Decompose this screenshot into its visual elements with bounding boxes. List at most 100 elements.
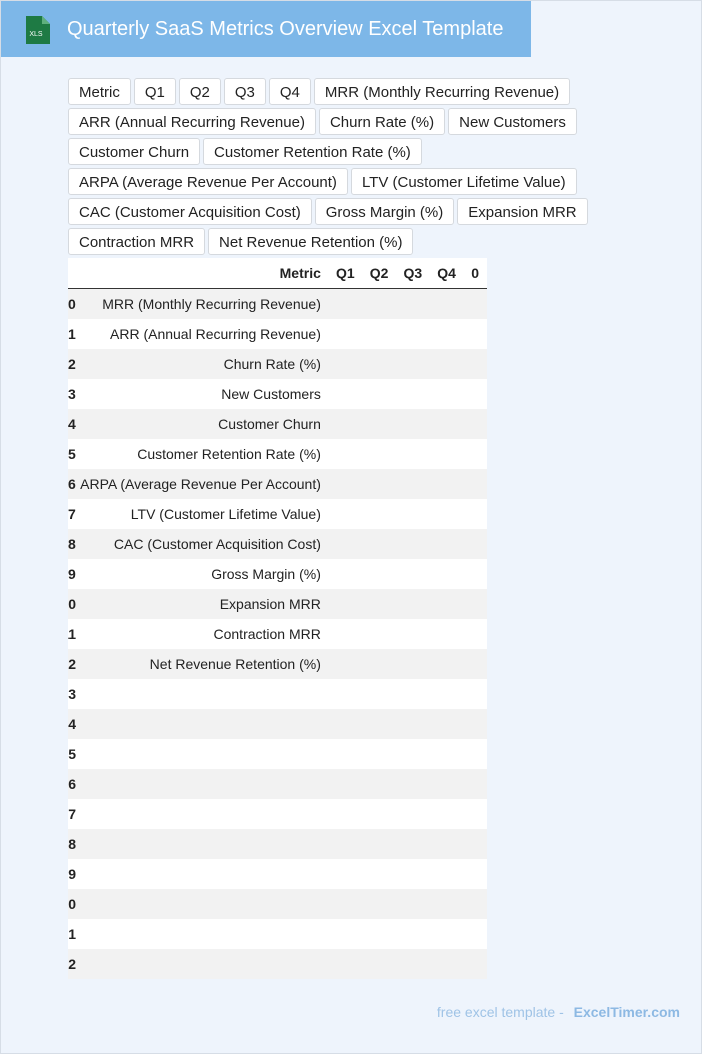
metric-cell[interactable] — [76, 799, 327, 829]
q2-cell[interactable] — [361, 349, 395, 379]
q4-cell[interactable] — [428, 859, 462, 889]
metric-cell[interactable]: Expansion MRR — [76, 589, 327, 619]
q3-cell[interactable] — [394, 439, 428, 469]
q4-cell[interactable] — [428, 529, 462, 559]
q1-cell[interactable] — [327, 379, 361, 409]
q3-cell[interactable] — [394, 829, 428, 859]
q2-cell[interactable] — [361, 379, 395, 409]
q3-cell[interactable] — [394, 619, 428, 649]
zero-cell[interactable] — [462, 589, 487, 619]
q1-cell[interactable] — [327, 829, 361, 859]
q2-cell[interactable] — [361, 589, 395, 619]
q4-cell[interactable] — [428, 949, 462, 979]
q1-cell[interactable] — [327, 469, 361, 499]
q2-cell[interactable] — [361, 499, 395, 529]
column-chip[interactable]: Q4 — [268, 78, 311, 105]
q1-cell[interactable] — [327, 919, 361, 949]
q4-cell[interactable] — [428, 889, 462, 919]
column-chip[interactable]: Q3 — [223, 78, 266, 105]
footer-brand-link[interactable]: ExcelTimer.com — [574, 1004, 680, 1020]
zero-cell[interactable] — [462, 559, 487, 589]
metric-cell[interactable] — [76, 829, 327, 859]
metric-cell[interactable]: CAC (Customer Acquisition Cost) — [76, 529, 327, 559]
q1-cell[interactable] — [327, 439, 361, 469]
metric-cell[interactable] — [76, 709, 327, 739]
q4-cell[interactable] — [428, 919, 462, 949]
zero-cell[interactable] — [462, 919, 487, 949]
q4-cell[interactable] — [428, 409, 462, 439]
zero-cell[interactable] — [462, 949, 487, 979]
column-chip[interactable]: CAC (Customer Acquisition Cost) — [68, 198, 312, 225]
column-chip[interactable]: MRR (Monthly Recurring Revenue) — [313, 78, 571, 105]
zero-cell[interactable] — [462, 889, 487, 919]
zero-cell[interactable] — [462, 829, 487, 859]
q2-cell[interactable] — [361, 619, 395, 649]
q1-cell[interactable] — [327, 589, 361, 619]
q2-cell[interactable] — [361, 289, 395, 319]
zero-cell[interactable] — [462, 709, 487, 739]
zero-cell[interactable] — [462, 529, 487, 559]
q2-cell[interactable] — [361, 319, 395, 349]
q1-cell[interactable] — [327, 349, 361, 379]
q1-cell[interactable] — [327, 949, 361, 979]
metric-cell[interactable]: Gross Margin (%) — [76, 559, 327, 589]
q2-cell[interactable] — [361, 709, 395, 739]
zero-cell[interactable] — [462, 769, 487, 799]
q3-cell[interactable] — [394, 469, 428, 499]
column-chip[interactable]: ARR (Annual Recurring Revenue) — [68, 108, 316, 135]
metric-cell[interactable]: ARR (Annual Recurring Revenue) — [76, 319, 327, 349]
zero-cell[interactable] — [462, 379, 487, 409]
q2-cell[interactable] — [361, 739, 395, 769]
metric-cell[interactable]: MRR (Monthly Recurring Revenue) — [76, 289, 327, 319]
column-chip[interactable]: Customer Churn — [68, 138, 201, 165]
q4-cell[interactable] — [428, 799, 462, 829]
q3-cell[interactable] — [394, 499, 428, 529]
column-chip[interactable]: New Customers — [448, 108, 577, 135]
zero-cell[interactable] — [462, 799, 487, 829]
q4-cell[interactable] — [428, 439, 462, 469]
zero-cell[interactable] — [462, 439, 487, 469]
column-chip[interactable]: LTV (Customer Lifetime Value) — [350, 168, 577, 195]
q4-cell[interactable] — [428, 709, 462, 739]
q2-cell[interactable] — [361, 409, 395, 439]
q4-cell[interactable] — [428, 589, 462, 619]
column-chip[interactable]: Contraction MRR — [68, 228, 206, 255]
metric-cell[interactable] — [76, 859, 327, 889]
column-chip[interactable]: Net Revenue Retention (%) — [208, 228, 414, 255]
q2-cell[interactable] — [361, 439, 395, 469]
q1-cell[interactable] — [327, 289, 361, 319]
q4-cell[interactable] — [428, 379, 462, 409]
q4-cell[interactable] — [428, 619, 462, 649]
metric-cell[interactable] — [76, 919, 327, 949]
q2-cell[interactable] — [361, 859, 395, 889]
q4-cell[interactable] — [428, 349, 462, 379]
q3-cell[interactable] — [394, 289, 428, 319]
q2-cell[interactable] — [361, 799, 395, 829]
zero-cell[interactable] — [462, 619, 487, 649]
metric-cell[interactable] — [76, 769, 327, 799]
q1-cell[interactable] — [327, 679, 361, 709]
metric-cell[interactable]: ARPA (Average Revenue Per Account) — [76, 469, 327, 499]
q3-cell[interactable] — [394, 409, 428, 439]
zero-cell[interactable] — [462, 349, 487, 379]
q1-cell[interactable] — [327, 499, 361, 529]
q1-cell[interactable] — [327, 649, 361, 679]
q1-cell[interactable] — [327, 739, 361, 769]
q2-cell[interactable] — [361, 949, 395, 979]
q4-cell[interactable] — [428, 289, 462, 319]
zero-cell[interactable] — [462, 739, 487, 769]
q1-cell[interactable] — [327, 769, 361, 799]
q4-cell[interactable] — [428, 829, 462, 859]
q3-cell[interactable] — [394, 529, 428, 559]
q1-cell[interactable] — [327, 889, 361, 919]
q2-cell[interactable] — [361, 919, 395, 949]
q3-cell[interactable] — [394, 949, 428, 979]
column-chip[interactable]: Customer Retention Rate (%) — [203, 138, 422, 165]
metric-cell[interactable] — [76, 949, 327, 979]
metric-cell[interactable] — [76, 679, 327, 709]
q4-cell[interactable] — [428, 649, 462, 679]
q3-cell[interactable] — [394, 379, 428, 409]
q2-cell[interactable] — [361, 649, 395, 679]
metric-cell[interactable]: Contraction MRR — [76, 619, 327, 649]
q3-cell[interactable] — [394, 589, 428, 619]
